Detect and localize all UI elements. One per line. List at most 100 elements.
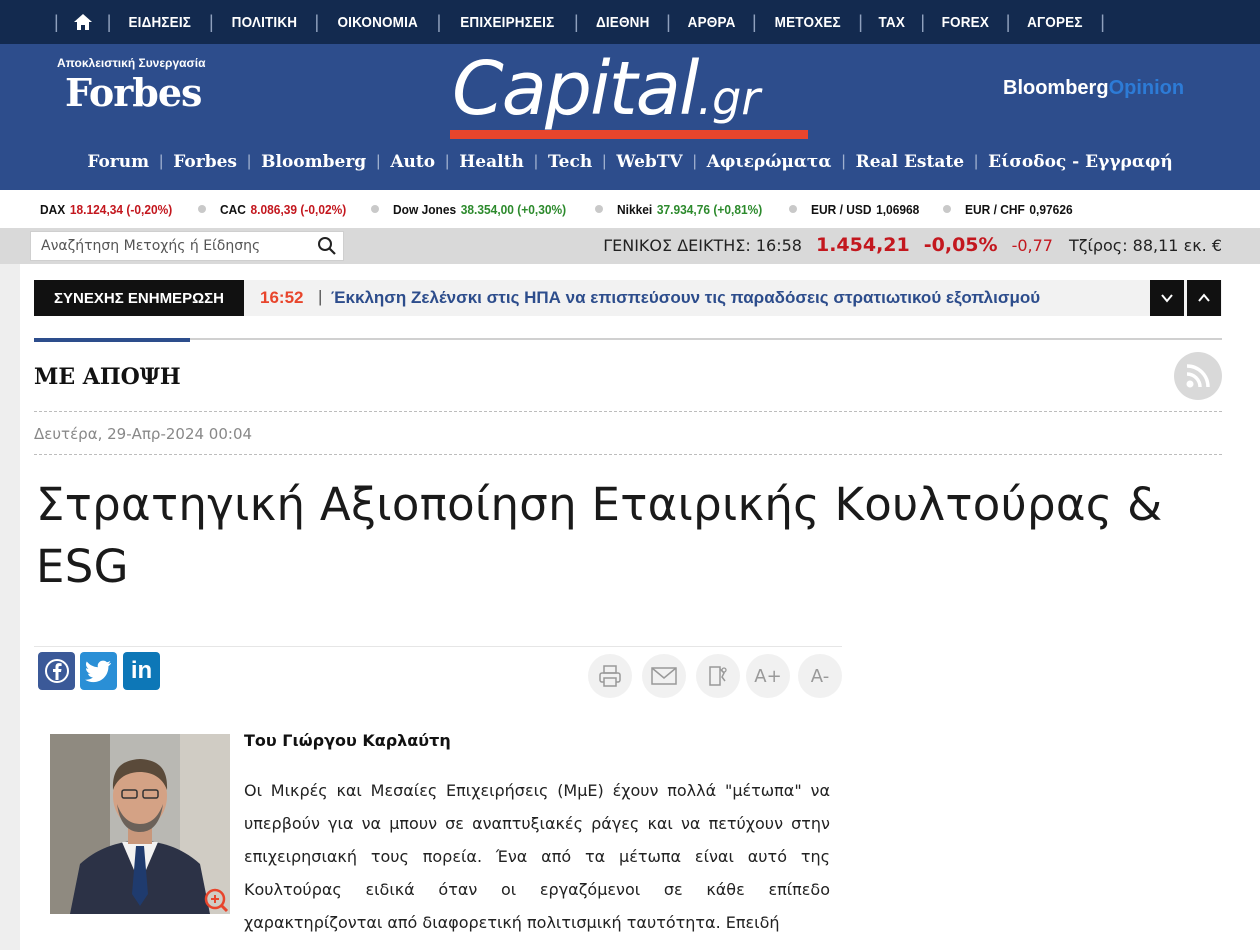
forbes-partner-tag: Αποκλειστική Συνεργασία <box>57 56 206 70</box>
search-box <box>30 231 344 261</box>
section-divider <box>34 338 1222 340</box>
nav-item-articles[interactable]: ΑΡΘΡΑ <box>687 14 735 31</box>
article-date: Δευτέρα, 29-Απρ-2024 00:04 <box>34 425 253 443</box>
ticker-item[interactable]: Nikkei 37.934,76 (+0,81%) <box>617 202 762 217</box>
subnav-separator: | <box>533 153 538 170</box>
capital-logo-main: Capital <box>452 46 699 132</box>
subnav-webtv[interactable]: WebTV <box>616 152 682 172</box>
index-value: 1.454,21 <box>815 234 910 256</box>
ticker-dot <box>789 205 798 213</box>
bloomberg-logo-main: Bloomberg <box>1003 77 1109 99</box>
chevron-down-icon[interactable] <box>1150 280 1184 316</box>
ticker-item[interactable]: EUR / USD 1,06968 <box>811 202 919 217</box>
search-icon[interactable] <box>317 236 337 256</box>
subnav-separator: | <box>974 153 979 170</box>
general-index[interactable]: ΓΕΝΙΚΟΣ ΔΕΙΚΤΗΣ: 16:58 1.454,21 -0,05% -… <box>603 234 1222 256</box>
nav-item-economy[interactable]: ΟΙΚΟΝΟΜΙΑ <box>338 14 419 31</box>
index-percent: -0,05% <box>923 234 998 256</box>
ticker-value: 0,97626 <box>1029 201 1073 217</box>
ticker-dot <box>942 205 951 213</box>
subnav-bloomberg[interactable]: Bloomberg <box>261 152 366 172</box>
ticker-value: 1,06968 <box>876 201 920 217</box>
nav-separator: | <box>573 11 579 32</box>
live-news-headline[interactable]: Έκκληση Ζελένσκι στις ΗΠΑ να επισπεύσουν… <box>331 288 1040 308</box>
nav-item-markets[interactable]: ΑΓΟΡΕΣ <box>1028 14 1084 31</box>
ticker-dot <box>371 205 379 213</box>
ticker-item[interactable]: DAX 18.124,34 (-0,20%) <box>40 202 172 217</box>
subnav-separator: | <box>376 153 381 170</box>
nav-item-politics[interactable]: ΠΟΛΙΤΙΚΗ <box>231 14 297 31</box>
nav-item-business[interactable]: ΕΠΙΧΕΙΡΗΣΕΙΣ <box>461 14 555 31</box>
email-icon[interactable] <box>642 654 686 698</box>
ticker-name: Dow Jones <box>393 201 457 217</box>
ticker-name: EUR / USD <box>811 201 872 217</box>
subnav-login-register[interactable]: Είσοδος - Εγγραφή <box>988 152 1173 172</box>
live-news-label: ΣΥΝΕΧΗΣ ΕΝΗΜΕΡΩΣΗ <box>34 280 244 316</box>
font-decrease-button[interactable]: A- <box>798 654 842 698</box>
index-change: -0,77 <box>1011 236 1053 255</box>
font-increase-label: A+ <box>754 665 782 687</box>
nav-separator: | <box>858 11 863 32</box>
chevron-up-icon[interactable] <box>1187 280 1221 316</box>
font-increase-button[interactable]: A+ <box>746 654 790 698</box>
ticker-item[interactable]: CAC 8.086,39 (-0,02%) <box>220 202 346 217</box>
market-ticker: DAX 18.124,34 (-0,20%) CAC 8.086,39 (-0,02… <box>0 190 1260 228</box>
ticker-value: 8.086,39 (-0,02%) <box>250 201 347 217</box>
subnav-tech[interactable]: Tech <box>548 152 592 172</box>
twitter-icon[interactable] <box>80 652 117 690</box>
ticker-value: 18.124,34 (-0,20%) <box>69 201 173 217</box>
site-header: Αποκλειστική Συνεργασία Forbes Capital.g… <box>0 44 1260 190</box>
live-news-bar: ΣΥΝΕΧΗΣ ΕΝΗΜΕΡΩΣΗ 16:52 | Έκκληση Ζελένσ… <box>34 280 1222 316</box>
nav-separator: | <box>106 11 112 32</box>
article-panel: ΣΥΝΕΧΗΣ ΕΝΗΜΕΡΩΣΗ 16:52 | Έκκληση Ζελένσ… <box>20 264 1260 950</box>
subnav-separator: | <box>602 153 607 170</box>
facebook-icon[interactable] <box>38 652 75 690</box>
nav-separator: | <box>920 11 926 32</box>
ticker-name: DAX <box>40 201 66 217</box>
capital-logo[interactable]: Capital.gr <box>452 46 760 132</box>
ticker-item[interactable]: EUR / CHF 0,97626 <box>965 202 1073 217</box>
nav-separator: | <box>1005 11 1011 32</box>
nav-separator: | <box>666 11 671 32</box>
bloomberg-logo-sub: Opinion <box>1108 77 1185 99</box>
sub-nav: Forum | Forbes | Bloomberg | Auto | Heal… <box>0 152 1260 172</box>
font-decrease-label: A- <box>810 665 830 687</box>
subnav-separator: | <box>246 153 252 170</box>
nav-item-tax[interactable]: TAX <box>878 14 905 31</box>
ticker-value: 38.354,00 (+0,30%) <box>460 201 567 217</box>
ticker-name: CAC <box>219 201 246 217</box>
live-news-time: 16:52 <box>260 288 304 307</box>
nav-separator: | <box>314 11 320 32</box>
nav-item-news[interactable]: ΕΙΔΗΣΕΙΣ <box>129 14 192 31</box>
divider <box>34 411 1222 412</box>
nav-separator: | <box>54 11 59 32</box>
subnav-features[interactable]: Αφιερώματα <box>707 152 832 172</box>
search-row: ΓΕΝΙΚΟΣ ΔΕΙΚΤΗΣ: 16:58 1.454,21 -0,05% -… <box>0 228 1260 264</box>
nav-item-stocks[interactable]: ΜΕΤΟΧΕΣ <box>774 14 840 31</box>
subnav-separator: | <box>159 153 164 170</box>
forbes-logo[interactable]: Forbes <box>65 70 202 115</box>
nav-separator: | <box>208 11 214 32</box>
section-title[interactable]: ΜΕ ΑΠΟΨΗ <box>34 364 181 390</box>
read-mode-icon[interactable] <box>696 654 740 698</box>
linkedin-icon[interactable]: in <box>123 652 160 690</box>
nav-item-international[interactable]: ΔΙΕΘΝΗ <box>596 14 650 31</box>
nav-item-forex[interactable]: FOREX <box>942 14 989 31</box>
author-photo[interactable] <box>50 734 230 914</box>
subnav-forbes[interactable]: Forbes <box>173 152 237 172</box>
bloomberg-opinion-logo[interactable]: BloombergOpinion <box>1003 77 1184 100</box>
subnav-forum[interactable]: Forum <box>87 152 149 172</box>
logo-underline <box>450 130 808 139</box>
rss-icon[interactable] <box>1174 352 1222 400</box>
subnav-auto[interactable]: Auto <box>390 152 435 172</box>
print-icon[interactable] <box>588 654 632 698</box>
ticker-name: Nikkei <box>617 201 653 217</box>
subnav-real-estate[interactable]: Real Estate <box>856 152 964 172</box>
home-icon[interactable] <box>73 12 93 32</box>
search-input[interactable] <box>31 232 301 260</box>
ticker-item[interactable]: Dow Jones 38.354,00 (+0,30%) <box>393 202 566 217</box>
ticker-dot <box>197 205 206 213</box>
ticker-value: 37.934,76 (+0,81%) <box>657 201 763 217</box>
subnav-health[interactable]: Health <box>459 152 524 172</box>
nav-separator: | <box>1100 11 1105 32</box>
